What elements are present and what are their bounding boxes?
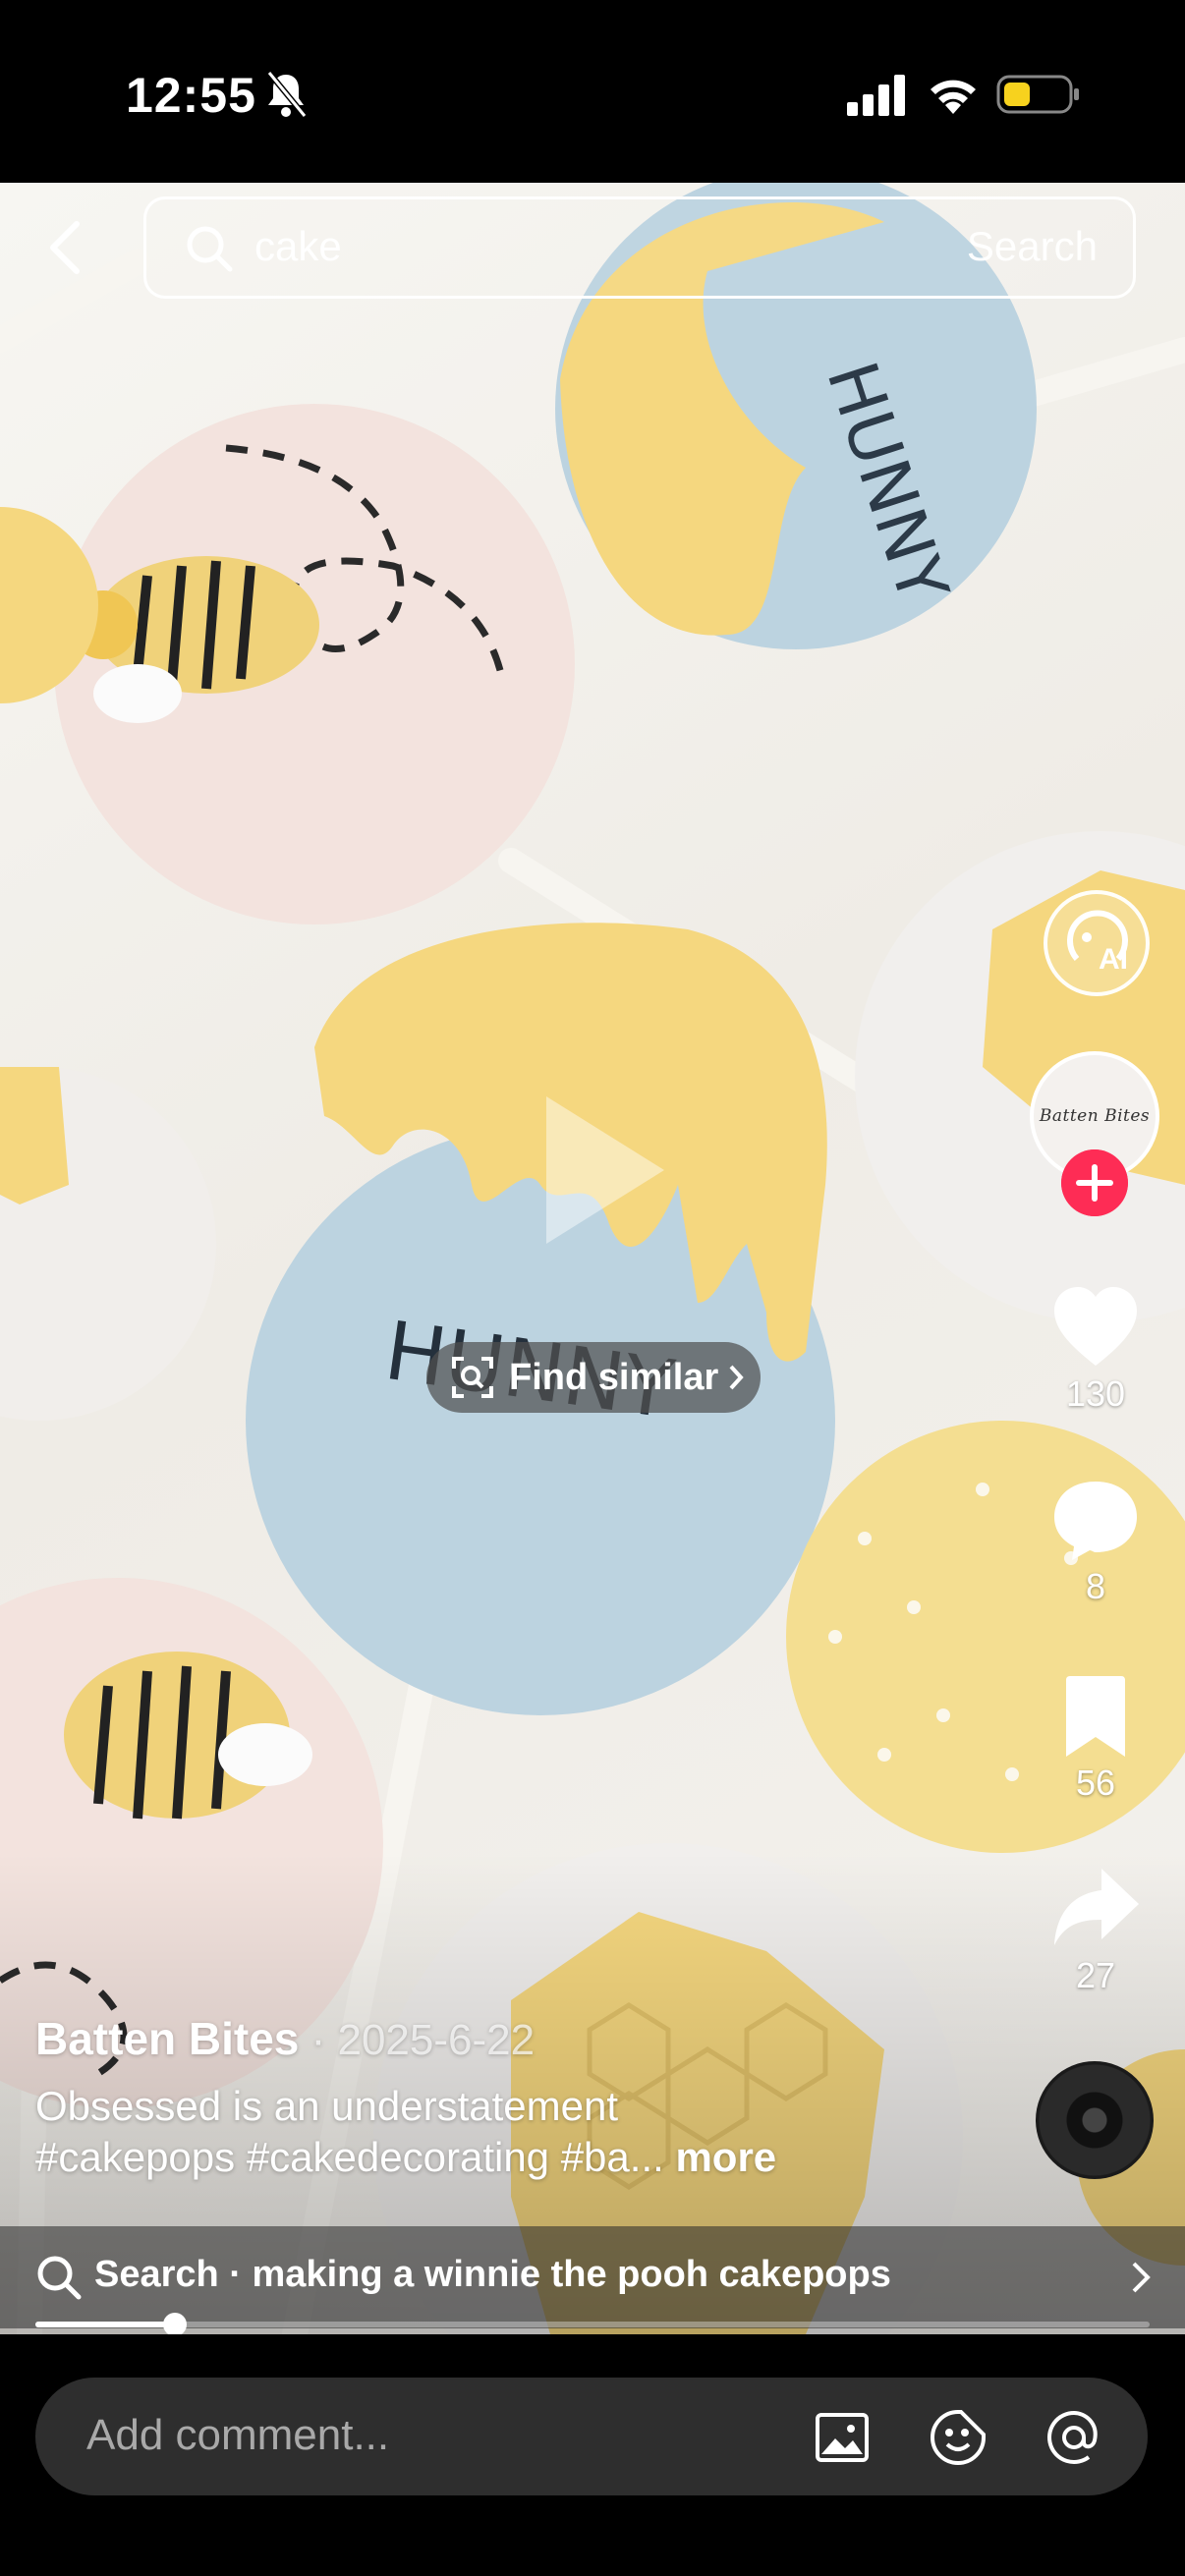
svg-text:AI: AI	[1099, 943, 1128, 976]
more-link[interactable]: more	[664, 2134, 776, 2180]
status-bar: 12:55	[0, 0, 1185, 183]
comment-count: 8	[1085, 1566, 1106, 1606]
suggestion-text: Search · making a winnie the pooh cakepo…	[94, 2254, 891, 2295]
share-count: 27	[1075, 1955, 1116, 1995]
mention-at-icon[interactable]	[1044, 2407, 1104, 2468]
heart-icon	[1054, 1287, 1137, 1366]
post-date: · 2025-6-22	[299, 2016, 536, 2064]
music-disc-icon[interactable]	[1036, 2061, 1154, 2179]
avatar-logo-text: Batten Bites	[1039, 1106, 1151, 1126]
bookmark-icon	[1066, 1676, 1125, 1757]
progress-fill	[35, 2322, 175, 2327]
ai-assistant-button[interactable]: AI	[1044, 890, 1150, 996]
video-caption: Batten Bites · 2025-6-22 Obsessed is an …	[35, 2012, 979, 2183]
share-button[interactable]: 27	[1032, 1865, 1159, 1996]
bell-muted-icon	[266, 71, 308, 118]
scan-icon	[452, 1357, 493, 1398]
bottom-bar: Add comment...	[0, 2334, 1185, 2576]
play-icon	[546, 1096, 664, 1244]
chevron-right-icon	[1132, 2262, 1151, 2293]
comment-button[interactable]: 8	[1032, 1476, 1159, 1607]
save-button[interactable]: 56	[1032, 1672, 1159, 1804]
search-query[interactable]: cake	[254, 223, 342, 270]
save-count: 56	[1075, 1763, 1116, 1803]
battery-icon	[996, 75, 1079, 114]
video-progress-bar[interactable]	[35, 2313, 1150, 2336]
wifi-icon	[931, 80, 976, 114]
back-arrow-icon[interactable]	[39, 216, 94, 279]
share-arrow-icon	[1054, 1869, 1139, 1945]
comment-bubble-icon	[1054, 1482, 1137, 1560]
author-name[interactable]: Batten Bites	[35, 2013, 299, 2064]
search-button[interactable]: Search	[967, 223, 1098, 270]
follow-plus-button[interactable]	[1061, 1149, 1128, 1216]
search-icon	[37, 2256, 82, 2300]
emoji-sticker-icon[interactable]	[928, 2407, 988, 2468]
search-bar[interactable]: cake Search	[143, 196, 1136, 299]
caption-hashtags[interactable]: #cakepops #cakedecorating #ba...	[35, 2134, 664, 2180]
cellular-signal-icon	[847, 75, 905, 116]
author-line: Batten Bites · 2025-6-22	[35, 2012, 979, 2065]
comment-placeholder: Add comment...	[86, 2411, 390, 2459]
caption-line1: Obsessed is an understatement	[35, 2083, 619, 2129]
search-icon	[187, 226, 233, 272]
find-similar-button[interactable]: Find similar	[426, 1342, 761, 1413]
image-icon[interactable]	[812, 2407, 873, 2468]
status-time: 12:55	[126, 68, 256, 123]
like-count: 130	[1065, 1373, 1126, 1414]
chevron-right-icon	[729, 1365, 744, 1390]
comment-input[interactable]: Add comment...	[35, 2378, 1148, 2495]
caption-text: Obsessed is an understatement #cakepops …	[35, 2081, 979, 2183]
ai-face-icon: AI	[1067, 910, 1128, 976]
like-button[interactable]: 130	[1032, 1283, 1159, 1415]
progress-scrubber[interactable]	[162, 2313, 187, 2336]
find-similar-label: Find similar	[509, 1356, 719, 1398]
